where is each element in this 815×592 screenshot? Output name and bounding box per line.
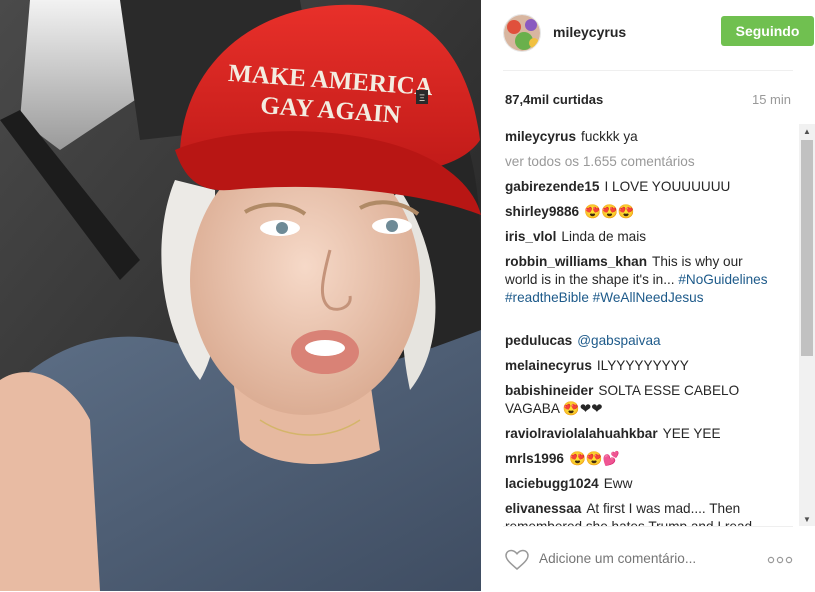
comment-item: mileycyrus fuckkk ya: [505, 128, 775, 146]
comment-text: fuckkk ya: [581, 129, 638, 144]
scroll-down-arrow[interactable]: ▼: [799, 512, 815, 526]
comments-list: mileycyrus fuckkk ya ver todos os 1.655 c…: [503, 118, 793, 526]
comment-text: 😍😍😍: [584, 204, 635, 219]
comments-scrollbar[interactable]: ▲ ▼: [799, 124, 815, 526]
post-photo[interactable]: MAKE AMERICA GAY AGAIN Ξ: [0, 0, 481, 591]
selfie-image: MAKE AMERICA GAY AGAIN Ξ: [0, 0, 481, 591]
post-username[interactable]: mileycyrus: [553, 24, 626, 40]
post-stats: 87,4mil curtidas 15 min: [503, 90, 793, 110]
comment-item: melainecyrus ILYYYYYYYYY: [505, 357, 775, 375]
view-all-comments-link[interactable]: ver todos os 1.655 comentários: [505, 154, 695, 169]
comment-username[interactable]: robbin_williams_khan: [505, 254, 647, 269]
comment-text: 😍😍💕: [568, 451, 620, 466]
comment-text: Linda de mais: [561, 229, 647, 244]
more-options-icon[interactable]: [767, 556, 793, 564]
comment-text: I LOVE YOUUUUUU: [604, 179, 731, 194]
cap-badge: Ξ: [419, 93, 425, 103]
comment-username[interactable]: pedulucas: [505, 333, 572, 348]
comment-text: YEE YEE: [662, 426, 721, 441]
heart-icon[interactable]: [505, 549, 529, 571]
comment-username[interactable]: babishineider: [505, 383, 593, 398]
post-time[interactable]: 15 min: [752, 92, 791, 107]
comment-item: mrls1996 😍😍💕: [505, 450, 775, 468]
comment-username[interactable]: raviolraviolalahuahkbar: [505, 426, 658, 441]
comment-username[interactable]: melainecyrus: [505, 358, 592, 373]
comment-item: iris_vlol Linda de mais: [505, 228, 775, 246]
comment-username[interactable]: mileycyrus: [505, 129, 576, 144]
comment-username[interactable]: laciebugg1024: [505, 476, 599, 491]
comment-item: raviolraviolalahuahkbar YEE YEE: [505, 425, 775, 443]
avatar[interactable]: [503, 14, 541, 52]
comment-username[interactable]: shirley9886: [505, 204, 579, 219]
comment-item: laciebugg1024 Eww: [505, 475, 775, 493]
comment-item: pedulucas @gabspaivaa: [505, 332, 775, 350]
scroll-up-arrow[interactable]: ▲: [799, 124, 815, 138]
comment-item: babishineider SOLTA ESSE CABELO VAGABA 😍❤…: [505, 382, 775, 418]
post-footer: [503, 526, 793, 592]
comment-text: Eww: [603, 476, 633, 491]
likes-count[interactable]: 87,4mil curtidas: [505, 92, 603, 107]
comment-item: gabirezende15 I LOVE YOUUUUUU: [505, 178, 775, 196]
comment-text: ILYYYYYYYYY: [596, 358, 689, 373]
comment-item: elivanessaaAt first I was mad.... Then r…: [505, 500, 775, 526]
comment-item: robbin_williams_khan This is why our worl…: [505, 253, 775, 307]
comment-username[interactable]: elivanessaa: [505, 501, 581, 516]
add-comment-input[interactable]: [539, 551, 739, 566]
comment-item: shirley9886 😍😍😍: [505, 203, 775, 221]
post-header: mileycyrus Seguindo: [503, 12, 814, 71]
following-button[interactable]: Seguindo: [721, 16, 814, 46]
scroll-thumb[interactable]: [801, 140, 813, 356]
comment-mention[interactable]: @gabspaivaa: [577, 333, 660, 348]
comment-username[interactable]: mrls1996: [505, 451, 564, 466]
comment-username[interactable]: iris_vlol: [505, 229, 556, 244]
post-sidebar: mileycyrus Seguindo 87,4mil curtidas 15 …: [481, 0, 815, 591]
comment-username[interactable]: gabirezende15: [505, 179, 599, 194]
